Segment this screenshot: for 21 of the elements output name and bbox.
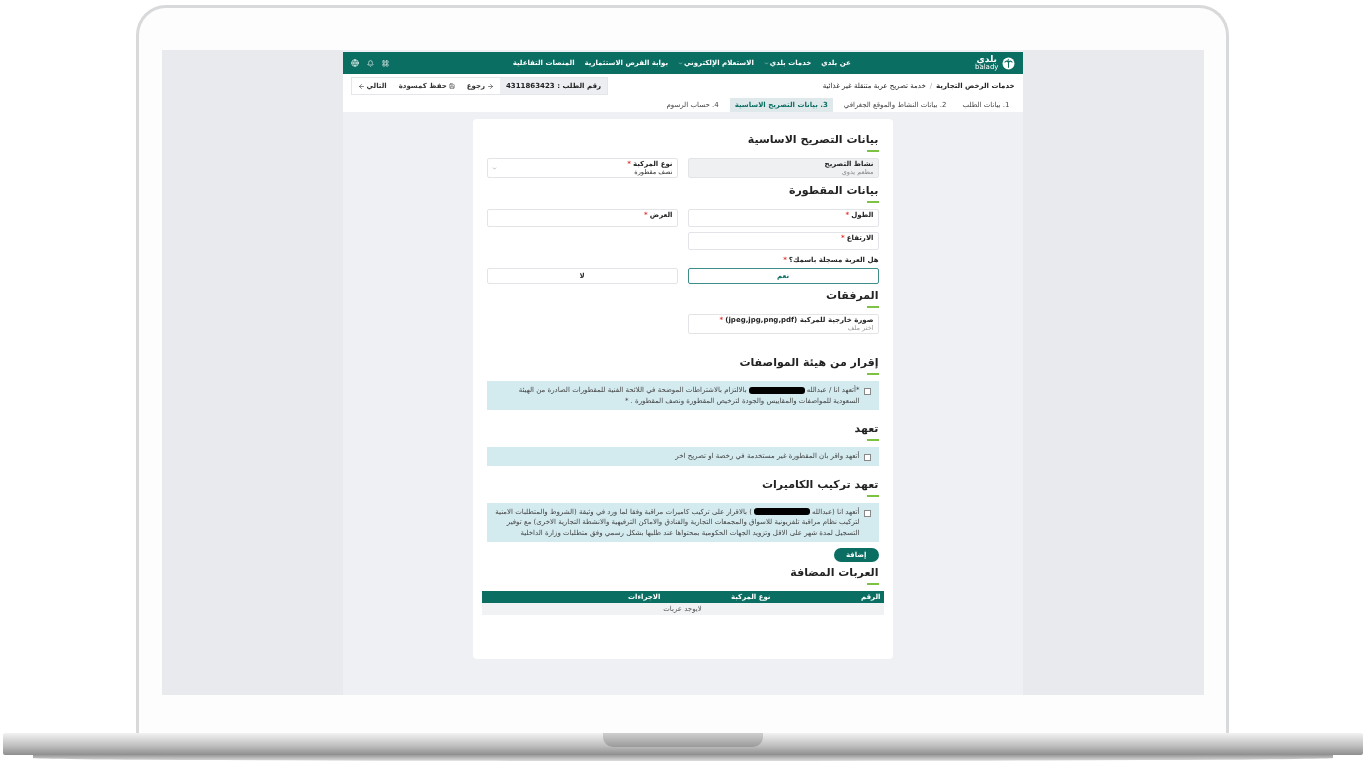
chevron-down-icon	[763, 60, 769, 66]
checkbox[interactable]	[863, 388, 871, 395]
save-icon	[448, 83, 455, 89]
caret-icon	[491, 166, 497, 171]
globe-icon[interactable]	[350, 59, 359, 67]
section-title: العربات المضافة	[789, 566, 879, 579]
arrow-right-icon	[487, 82, 494, 90]
section-title: تعهد تركيب الكاميرات	[761, 477, 879, 491]
section-title: بيانات التصريح الاساسية	[746, 133, 879, 146]
section-title: تعهد	[853, 422, 879, 435]
bell-icon[interactable]	[366, 59, 374, 67]
grid-menu-icon[interactable]	[381, 59, 389, 67]
palm-logo-icon	[1001, 56, 1015, 70]
section-title: المرفقات	[825, 289, 879, 302]
section-title: إقرار من هيئة المواصفات	[738, 356, 879, 369]
section-title: بيانات المقطورة	[787, 184, 879, 197]
checkbox[interactable]	[863, 509, 871, 517]
checkbox[interactable]	[863, 454, 871, 461]
arrow-left-icon	[357, 82, 365, 90]
chevron-down-icon	[678, 60, 683, 66]
logo-text: بلدي	[976, 55, 997, 64]
